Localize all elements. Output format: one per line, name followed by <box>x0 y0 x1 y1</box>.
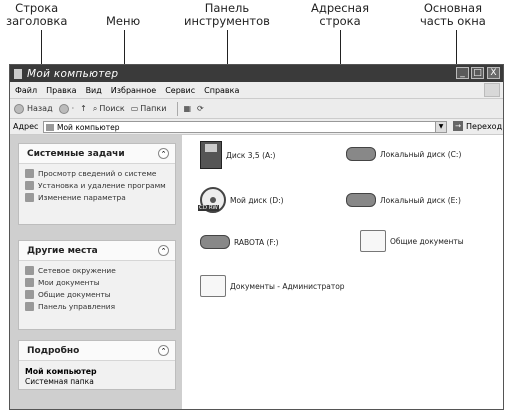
callout-menu: Меню <box>106 14 141 28</box>
control-panel-icon <box>25 302 34 311</box>
task-change-setting[interactable]: Изменение параметра <box>25 193 169 202</box>
collapse-icon[interactable]: ⌃ <box>158 148 169 159</box>
chevron-down-icon[interactable]: ▼ <box>435 122 446 132</box>
details-panel: Подробно ⌃ Мой компьютер Системная папка <box>18 340 176 390</box>
drive-local-c[interactable]: Локальный диск (C:) <box>346 147 461 161</box>
views-button[interactable]: ▦ <box>183 104 191 113</box>
menu-view[interactable]: Вид <box>86 86 102 95</box>
title-bar[interactable]: Мой компьютер _ □ X <box>10 65 503 82</box>
sync-button[interactable]: ⟳ <box>197 104 204 113</box>
go-button[interactable]: → Переход <box>453 121 502 131</box>
go-arrow-icon: → <box>453 121 463 131</box>
search-button[interactable]: ⌕ Поиск <box>93 104 125 114</box>
task-view-system-info[interactable]: Просмотр сведений о системе <box>25 169 169 178</box>
search-icon: ⌕ <box>92 103 98 113</box>
toolbar-separator <box>177 101 179 116</box>
place-my-documents[interactable]: Мои документы <box>25 278 169 287</box>
documents-icon <box>25 278 34 287</box>
minimize-button[interactable]: _ <box>456 67 469 79</box>
callout-address-bar: Адресная строка <box>311 1 369 28</box>
menu-favorites[interactable]: Избранное <box>111 86 156 95</box>
programs-icon <box>25 181 34 190</box>
folder-icon <box>360 230 386 252</box>
forward-arrow-icon <box>58 103 69 114</box>
system-tasks-panel: Системные задачи ⌃ Просмотр сведений о с… <box>18 143 176 225</box>
drive-cd-d[interactable]: CD RW Мой диск (D:) <box>198 187 284 213</box>
callout-main-area: Основная часть окна <box>420 1 486 28</box>
system-tasks-header[interactable]: Системные задачи ⌃ <box>19 144 175 164</box>
menu-tools[interactable]: Сервис <box>165 86 195 95</box>
collapse-icon[interactable]: ⌃ <box>158 345 169 356</box>
drive-rabota-f[interactable]: RABOTA (F:) <box>200 235 279 249</box>
place-control-panel[interactable]: Панель управления <box>25 302 169 311</box>
hard-drive-icon <box>346 147 376 161</box>
window-title: Мой компьютер <box>27 67 119 80</box>
computer-icon <box>46 123 54 131</box>
address-bar: Адрес Мой компьютер ▼ → Переход <box>10 119 503 135</box>
windows-logo-icon <box>484 83 500 97</box>
folder-shared-documents[interactable]: Общие документы <box>360 230 464 252</box>
back-button[interactable]: Назад <box>14 103 53 114</box>
menu-file[interactable]: Файл <box>15 86 37 95</box>
folder-icon <box>25 290 34 299</box>
up-folder-button[interactable]: ↑ <box>80 104 87 113</box>
menu-edit[interactable]: Правка <box>46 86 76 95</box>
hard-drive-icon <box>346 193 376 207</box>
folders-button[interactable]: ▭ Папки <box>131 104 167 113</box>
hard-drive-icon <box>200 235 230 249</box>
forward-button[interactable]: · <box>58 103 74 114</box>
folder-admin-documents[interactable]: Документы - Администратор <box>200 275 345 297</box>
info-icon <box>25 169 34 178</box>
callout-title-bar: Строка заголовка <box>6 1 68 28</box>
callout-toolbar: Панель инструментов <box>184 1 270 28</box>
maximize-button[interactable]: □ <box>471 67 484 79</box>
task-pane: Системные задачи ⌃ Просмотр сведений о с… <box>10 135 182 409</box>
menu-help[interactable]: Справка <box>204 86 239 95</box>
place-network[interactable]: Сетевое окружение <box>25 266 169 275</box>
toolbar: Назад · ↑ ⌕ Поиск ▭ Папки ▦ ⟳ <box>10 99 503 119</box>
details-name: Мой компьютер <box>25 367 97 376</box>
details-type: Системная папка <box>25 377 94 386</box>
close-button[interactable]: X <box>487 67 500 79</box>
folder-icon <box>200 275 226 297</box>
place-shared-documents[interactable]: Общие документы <box>25 290 169 299</box>
cd-rw-badge: CD RW <box>198 205 219 211</box>
drive-floppy-a[interactable]: Диск 3,5 (A:) <box>200 141 275 169</box>
computer-icon <box>14 68 22 79</box>
main-content: Диск 3,5 (A:) Локальный диск (C:) CD RW … <box>182 135 503 409</box>
callouts: Строка заголовка Меню Панель инструментов … <box>0 0 509 300</box>
folder-icon: ▭ <box>130 104 139 113</box>
address-label: Адрес <box>13 122 39 131</box>
network-icon <box>25 266 34 275</box>
address-input[interactable]: Мой компьютер ▼ <box>43 121 447 133</box>
control-panel-icon <box>25 193 34 202</box>
explorer-window: Мой компьютер _ □ X Файл Правка Вид Избр… <box>9 64 504 410</box>
floppy-drive-icon <box>200 141 222 169</box>
back-arrow-icon <box>14 103 24 114</box>
menu-bar: Файл Правка Вид Избранное Сервис Справка <box>10 82 503 99</box>
cd-drive-icon: CD RW <box>198 187 226 213</box>
task-add-remove-programs[interactable]: Установка и удаление программ <box>25 181 169 190</box>
other-places-header[interactable]: Другие места ⌃ <box>19 241 175 261</box>
details-header[interactable]: Подробно ⌃ <box>19 341 175 361</box>
collapse-icon[interactable]: ⌃ <box>158 245 169 256</box>
drive-local-e[interactable]: Локальный диск (E:) <box>346 193 461 207</box>
other-places-panel: Другие места ⌃ Сетевое окружение Мои док… <box>18 240 176 330</box>
